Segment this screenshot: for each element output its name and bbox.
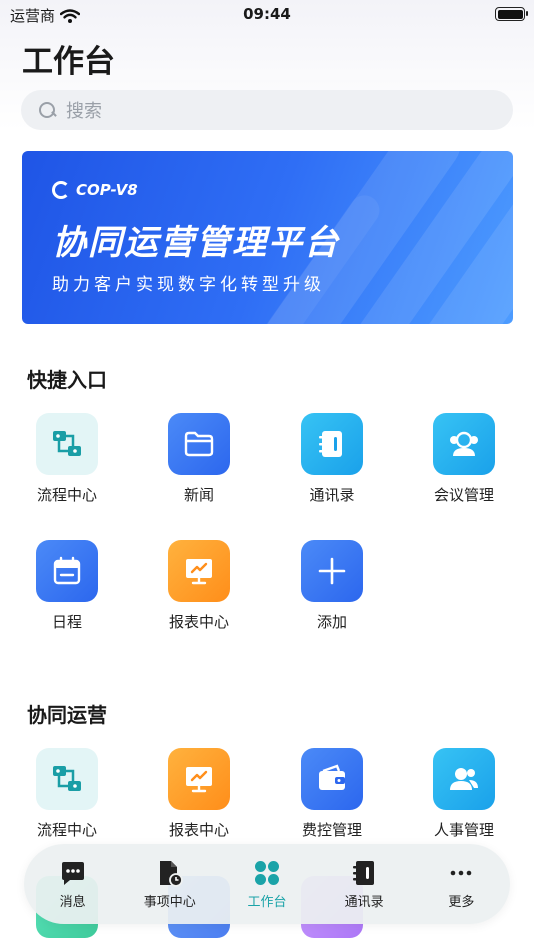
quick-item-label: 流程中心 (36, 486, 97, 504)
section-title-quick-access: 快捷入口 (27, 368, 107, 392)
folder-icon (168, 413, 230, 475)
tab-label: 事项中心 (143, 895, 196, 910)
collab-item-flow[interactable]: 流程中心 (12, 748, 122, 840)
report-icon (168, 540, 230, 602)
banner-brand: COP-V8 (52, 181, 138, 199)
quick-item-schedule[interactable]: 日程 (12, 540, 122, 632)
tab-label: 更多 (448, 895, 475, 910)
search-placeholder: 搜索 (66, 101, 102, 122)
search-bar[interactable]: 搜索 (21, 90, 513, 130)
quick-item-label: 添加 (316, 613, 347, 631)
quick-item-news[interactable]: 新闻 (144, 413, 254, 505)
document-clock-icon (156, 858, 184, 888)
brand-logo-icon (52, 181, 70, 199)
message-icon (59, 858, 87, 888)
flow-icon (36, 748, 98, 810)
promo-banner[interactable]: COP-V8 协同运营管理平台 助力客户实现数字化转型升级 (22, 151, 513, 324)
workbench-icon (253, 858, 281, 888)
collab-item-label: 人事管理 (433, 821, 494, 839)
tab-messages[interactable]: 消息 (28, 858, 118, 910)
plus-icon (301, 540, 363, 602)
banner-subtitle: 助力客户实现数字化转型升级 (52, 275, 325, 295)
flow-icon (36, 413, 98, 475)
tab-tasks[interactable]: 事项中心 (125, 858, 215, 910)
quick-item-contacts[interactable]: 通讯录 (277, 413, 387, 505)
quick-item-label: 通讯录 (309, 486, 355, 504)
collab-item-label: 流程中心 (36, 821, 97, 839)
collab-item-report[interactable]: 报表中心 (144, 748, 254, 840)
address-book-icon (301, 413, 363, 475)
wallet-icon (301, 748, 363, 810)
quick-item-label: 新闻 (183, 486, 214, 504)
page-title: 工作台 (22, 44, 115, 80)
quick-item-label: 会议管理 (433, 486, 494, 504)
status-bar: 运营商 09:44 (0, 0, 534, 30)
search-icon (39, 101, 56, 119)
quick-item-meeting[interactable]: 会议管理 (409, 413, 519, 505)
quick-item-label: 日程 (51, 613, 82, 631)
quick-item-add[interactable]: 添加 (277, 540, 387, 632)
collab-item-hr[interactable]: 人事管理 (409, 748, 519, 840)
quick-item-flow[interactable]: 流程中心 (12, 413, 122, 505)
tab-contacts[interactable]: 通讯录 (319, 858, 409, 910)
users-icon (433, 748, 495, 810)
banner-brand-text: COP-V8 (76, 181, 138, 199)
status-time: 09:44 (243, 5, 291, 23)
tab-label: 工作台 (247, 895, 287, 910)
tab-more[interactable]: 更多 (416, 858, 506, 910)
quick-item-label: 报表中心 (168, 613, 229, 631)
more-icon (447, 858, 475, 888)
calendar-icon (36, 540, 98, 602)
quick-item-report[interactable]: 报表中心 (144, 540, 254, 632)
collab-item-expense[interactable]: 费控管理 (277, 748, 387, 840)
collab-item-label: 报表中心 (168, 821, 229, 839)
battery-icon (495, 7, 528, 21)
tab-workbench[interactable]: 工作台 (222, 858, 312, 910)
tab-bar: 消息 事项中心 工作台 通讯录 更多 (24, 844, 510, 924)
report-icon (168, 748, 230, 810)
meeting-icon (433, 413, 495, 475)
collab-item-label: 费控管理 (301, 821, 362, 839)
address-book-icon (350, 858, 378, 888)
tab-label: 通讯录 (344, 895, 384, 910)
banner-title: 协同运营管理平台 (52, 223, 340, 263)
tab-label: 消息 (59, 895, 86, 910)
section-title-collab-ops: 协同运营 (27, 703, 107, 727)
